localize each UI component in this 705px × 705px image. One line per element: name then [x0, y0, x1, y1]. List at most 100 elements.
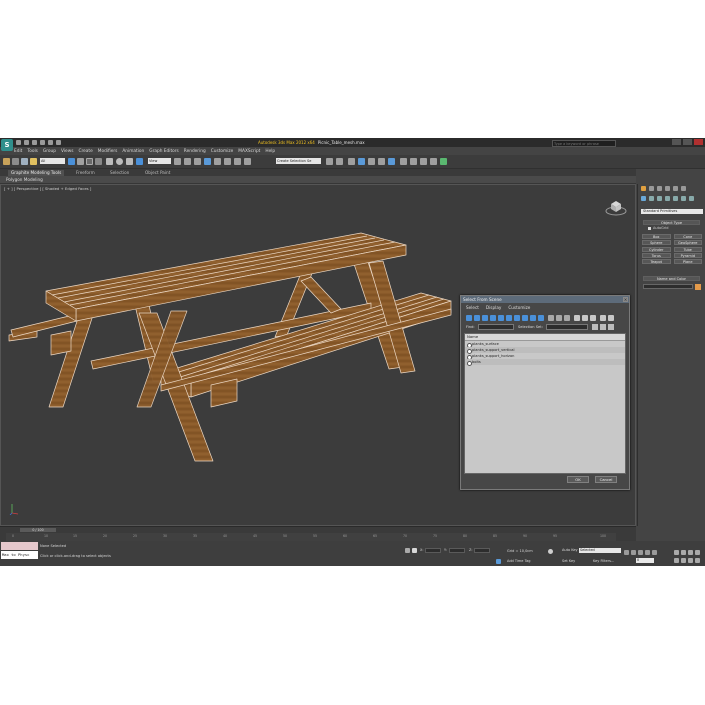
perspective-viewport[interactable]: [ + ] [ Perspective ] [ Shaded + Edged F… — [0, 184, 636, 526]
current-frame-field[interactable]: 0 — [636, 558, 654, 563]
time-slider[interactable]: 0 / 100 — [20, 528, 56, 532]
move-icon[interactable] — [106, 158, 113, 165]
undo-icon[interactable] — [40, 140, 45, 145]
filter-icon[interactable] — [608, 315, 614, 321]
cone-button[interactable]: Cone — [673, 234, 702, 239]
modify-tab-icon[interactable] — [649, 186, 654, 191]
redo-icon[interactable] — [48, 140, 53, 145]
sync-selection-icon[interactable] — [600, 315, 606, 321]
primitive-category-dropdown[interactable]: Standard Primitives — [641, 209, 703, 214]
add-time-tag-icon[interactable] — [496, 559, 501, 564]
open-file-icon[interactable] — [24, 140, 29, 145]
y-coord-field[interactable] — [449, 548, 465, 553]
selection-set-dropdown[interactable] — [546, 324, 588, 330]
reference-coordinate-dropdown[interactable]: View — [148, 158, 171, 164]
menu-group[interactable]: Group — [43, 148, 56, 155]
graphite-toggle-icon[interactable] — [358, 158, 365, 165]
curve-editor-icon[interactable] — [368, 158, 375, 165]
play-icon[interactable] — [638, 550, 643, 555]
select-by-name-icon[interactable] — [77, 158, 84, 165]
activeshade-icon[interactable] — [440, 158, 447, 165]
display-all-icon[interactable] — [548, 315, 554, 321]
dialog-menu-select[interactable]: Select — [466, 305, 479, 310]
previous-frame-icon[interactable] — [631, 550, 636, 555]
layer-manager-icon[interactable] — [348, 158, 355, 165]
z-coord-field[interactable] — [474, 548, 490, 553]
help-search-input[interactable] — [553, 141, 617, 147]
next-frame-icon[interactable] — [645, 550, 650, 555]
help-search-box[interactable] — [552, 140, 617, 147]
space-warps-icon[interactable] — [681, 196, 686, 201]
geosphere-button[interactable]: GeoSphere — [673, 240, 702, 246]
name-and-color-rollout[interactable]: Name and Color — [643, 276, 700, 281]
go-to-end-icon[interactable] — [652, 550, 657, 555]
dialog-layer-icon[interactable] — [608, 324, 614, 330]
display-xrefs-icon[interactable] — [522, 315, 528, 321]
render-iterative-icon[interactable] — [430, 158, 437, 165]
tube-button[interactable]: Tube — [673, 246, 702, 252]
cylinder-button[interactable]: Cylinder — [642, 246, 671, 252]
display-invert-icon[interactable] — [564, 315, 570, 321]
select-none-icon[interactable] — [582, 315, 588, 321]
menu-tools[interactable]: Tools — [27, 148, 38, 155]
menu-rendering[interactable]: Rendering — [184, 148, 206, 155]
material-editor-icon[interactable] — [388, 158, 395, 165]
box-button[interactable]: Box — [642, 234, 671, 239]
maximize-viewport-icon[interactable] — [695, 558, 700, 563]
schematic-view-icon[interactable] — [378, 158, 385, 165]
menu-modifiers[interactable]: Modifiers — [98, 148, 118, 155]
maxscript-listener[interactable]: Max to Physc — [1, 542, 38, 560]
angle-snap-icon[interactable] — [214, 158, 221, 165]
dialog-close-button[interactable]: × — [623, 297, 628, 302]
dialog-hierarchy-icon[interactable] — [600, 324, 606, 330]
close-button[interactable] — [694, 139, 703, 145]
select-invert-icon[interactable] — [590, 315, 596, 321]
name-column-header[interactable]: Name — [465, 334, 625, 341]
orbit-icon[interactable] — [688, 558, 693, 563]
geometry-icon[interactable] — [641, 196, 646, 201]
field-of-view-icon[interactable] — [674, 558, 679, 563]
bind-space-warp-icon[interactable] — [30, 158, 37, 165]
pyramid-button[interactable]: Pyramid — [673, 252, 702, 258]
cancel-button[interactable]: Cancel — [595, 476, 617, 483]
window-crossing-icon[interactable] — [95, 158, 102, 165]
display-geometry-icon[interactable] — [466, 315, 472, 321]
rendered-frame-icon[interactable] — [410, 158, 417, 165]
list-item[interactable]: bolts — [465, 359, 625, 366]
display-containers-icon[interactable] — [538, 315, 544, 321]
dialog-menu-display[interactable]: Display — [486, 305, 501, 310]
snaps-toggle-icon[interactable] — [204, 158, 211, 165]
zoom-all-icon[interactable] — [681, 550, 686, 555]
object-type-rollout[interactable]: Object Type — [643, 220, 700, 225]
torus-button[interactable]: Torus — [642, 252, 671, 258]
percent-snap-icon[interactable] — [224, 158, 231, 165]
edit-named-selection-icon[interactable] — [244, 158, 251, 165]
zoom-extents-icon[interactable] — [688, 550, 693, 555]
menu-help[interactable]: Help — [265, 148, 275, 155]
motion-tab-icon[interactable] — [665, 186, 670, 191]
minimize-button[interactable] — [672, 139, 681, 145]
object-color-swatch[interactable] — [695, 284, 701, 290]
maximize-button[interactable] — [683, 139, 692, 145]
lights-icon[interactable] — [657, 196, 662, 201]
dialog-title-bar[interactable]: Select From Scene × — [461, 296, 629, 303]
display-none-icon[interactable] — [556, 315, 562, 321]
menu-graph-editors[interactable]: Graph Editors — [149, 148, 179, 155]
x-coord-field[interactable] — [425, 548, 441, 553]
auto-key-dropdown[interactable]: Selected — [579, 548, 621, 553]
app-logo-button[interactable]: S — [1, 139, 13, 151]
shapes-icon[interactable] — [649, 196, 654, 201]
ok-button[interactable]: OK — [567, 476, 589, 483]
rectangular-selection-icon[interactable] — [86, 158, 93, 165]
dialog-menu-customize[interactable]: Customize — [508, 305, 530, 310]
object-name-field[interactable] — [643, 284, 693, 289]
plane-button[interactable]: Plane — [673, 259, 702, 265]
polygon-modeling-panel-label[interactable]: Polygon Modeling — [6, 176, 43, 183]
menu-animation[interactable]: Animation — [122, 148, 144, 155]
cameras-icon[interactable] — [665, 196, 670, 201]
absolute-mode-icon[interactable] — [412, 548, 417, 553]
save-file-icon[interactable] — [32, 140, 37, 145]
systems-icon[interactable] — [689, 196, 694, 201]
lock-selection-icon[interactable] — [405, 548, 410, 553]
display-helpers-icon[interactable] — [498, 315, 504, 321]
